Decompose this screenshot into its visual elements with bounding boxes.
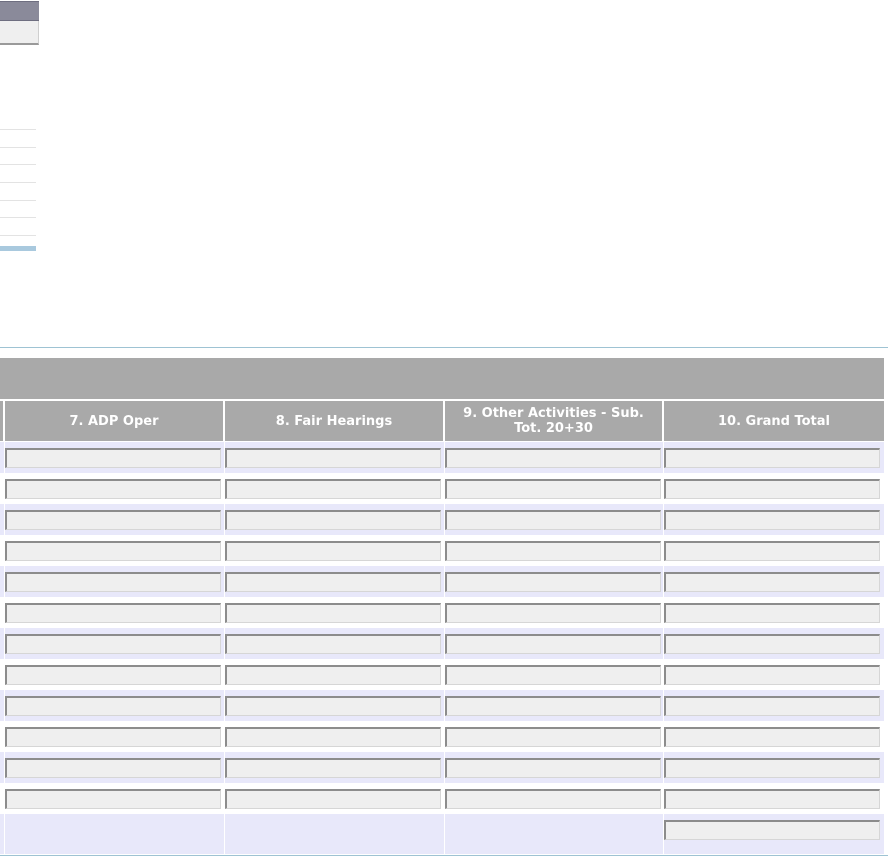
fair-hearings-input[interactable] (225, 572, 441, 592)
fair-hearings-input[interactable] (225, 448, 441, 468)
column-separator (224, 814, 225, 854)
left-tab-item[interactable] (0, 21, 39, 45)
table-row (0, 473, 884, 504)
table-total-row (0, 814, 884, 854)
grand-total-input[interactable] (664, 665, 880, 685)
grand-total-input[interactable] (664, 758, 880, 778)
left-divider (0, 147, 36, 148)
fair-hearings-input[interactable] (225, 758, 441, 778)
fair-hearings-input[interactable] (225, 603, 441, 623)
grand-total-input[interactable] (664, 448, 880, 468)
other-activities-input[interactable] (445, 541, 661, 561)
header-cell-stub (0, 401, 3, 441)
left-tab-header (0, 1, 39, 21)
adp-oper-input[interactable] (5, 541, 221, 561)
other-activities-input[interactable] (445, 603, 661, 623)
section-bottom-rule (0, 855, 888, 856)
grand-total-input[interactable] (664, 510, 880, 530)
left-divider (0, 200, 36, 201)
table-row (0, 752, 884, 783)
table-row (0, 690, 884, 721)
left-divider (0, 129, 36, 130)
left-divider (0, 182, 36, 183)
table-row (0, 442, 884, 473)
adp-oper-input[interactable] (5, 448, 221, 468)
table-row (0, 783, 884, 814)
adp-oper-input[interactable] (5, 572, 221, 592)
grand-total-input[interactable] (664, 541, 880, 561)
grand-total-input[interactable] (664, 603, 880, 623)
fair-hearings-input[interactable] (225, 479, 441, 499)
fair-hearings-input[interactable] (225, 727, 441, 747)
adp-oper-input[interactable] (5, 603, 221, 623)
table-row (0, 535, 884, 566)
adp-oper-input[interactable] (5, 727, 221, 747)
header-other-activities: 9. Other Activities - Sub. Tot. 20+30 (445, 401, 662, 441)
fair-hearings-input[interactable] (225, 541, 441, 561)
other-activities-input[interactable] (445, 634, 661, 654)
grand-total-input[interactable] (664, 572, 880, 592)
adp-oper-input[interactable] (5, 665, 221, 685)
left-divider (0, 217, 36, 218)
left-divider (0, 235, 36, 236)
table-row (0, 659, 884, 690)
fair-hearings-input[interactable] (225, 696, 441, 716)
table-title-band (0, 358, 884, 399)
table-row (0, 721, 884, 752)
other-activities-input[interactable] (445, 572, 661, 592)
table-row (0, 504, 884, 535)
grand-total-input[interactable] (664, 789, 880, 809)
table-row (0, 566, 884, 597)
fair-hearings-input[interactable] (225, 789, 441, 809)
grand-total-input[interactable] (664, 479, 880, 499)
fair-hearings-input[interactable] (225, 634, 441, 654)
column-separator (444, 814, 445, 854)
header-fair-hearings: 8. Fair Hearings (225, 401, 443, 441)
adp-oper-input[interactable] (5, 479, 221, 499)
other-activities-input[interactable] (445, 448, 661, 468)
left-divider (0, 164, 36, 165)
grand-total-input[interactable] (664, 634, 880, 654)
other-activities-input[interactable] (445, 696, 661, 716)
adp-oper-input[interactable] (5, 789, 221, 809)
adp-oper-input[interactable] (5, 634, 221, 654)
grand-total-input[interactable] (664, 696, 880, 716)
other-activities-input[interactable] (445, 789, 661, 809)
adp-oper-input[interactable] (5, 510, 221, 530)
fair-hearings-input[interactable] (225, 510, 441, 530)
adp-oper-input[interactable] (5, 696, 221, 716)
section-top-rule (0, 347, 888, 348)
other-activities-input[interactable] (445, 665, 661, 685)
adp-oper-input[interactable] (5, 758, 221, 778)
left-highlight-bar (0, 246, 36, 251)
grand-total-input[interactable] (664, 727, 880, 747)
header-grand-total: 10. Grand Total (664, 401, 884, 441)
other-activities-input[interactable] (445, 479, 661, 499)
other-activities-input[interactable] (445, 510, 661, 530)
table-row (0, 597, 884, 628)
grand-total-sum-input[interactable] (664, 820, 880, 840)
table-row (0, 628, 884, 659)
fair-hearings-input[interactable] (225, 665, 441, 685)
column-separator (4, 814, 5, 854)
other-activities-input[interactable] (445, 758, 661, 778)
other-activities-input[interactable] (445, 727, 661, 747)
header-adp-oper: 7. ADP Oper (5, 401, 223, 441)
